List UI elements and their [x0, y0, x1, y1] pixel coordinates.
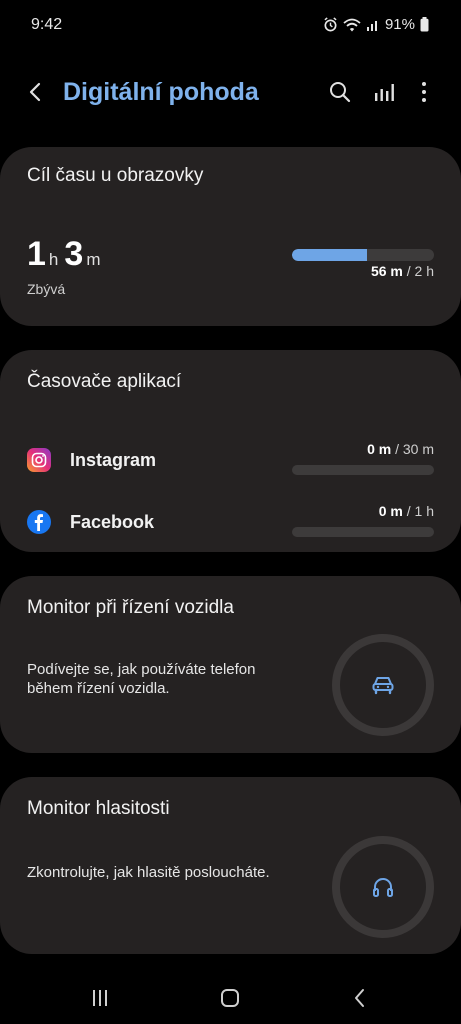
bar-chart-icon	[375, 84, 394, 101]
instagram-progress-bar	[292, 465, 434, 475]
recents-icon	[93, 990, 107, 1006]
search-button[interactable]	[326, 78, 354, 106]
status-time: 9:42	[31, 16, 63, 33]
more-vertical-icon	[422, 82, 426, 102]
wifi-icon	[343, 18, 361, 31]
headphones-icon	[373, 878, 393, 897]
home-icon	[221, 989, 239, 1007]
facebook-icon	[27, 510, 51, 534]
system-nav-bar	[0, 970, 461, 1024]
minutes-unit: m	[86, 250, 101, 269]
nav-back-button[interactable]	[346, 986, 374, 1010]
screen-time-goal-card[interactable]: Cíl času u obrazovky 1 h 3 m Zbývá 56 m …	[0, 147, 461, 326]
screen-time-goal-title: Cíl času u obrazovky	[27, 165, 204, 186]
page-title: Digitální pohoda	[63, 78, 259, 106]
driving-monitor-ring	[332, 634, 434, 736]
back-icon	[355, 989, 364, 1007]
alarm-icon	[324, 17, 337, 32]
driving-monitor-card[interactable]: Monitor při řízení vozidla Podívejte se,…	[0, 576, 461, 753]
remaining-time: 1 h 3 m	[27, 235, 106, 274]
app-timers-card[interactable]: Časovače aplikací Instagram 0 m / 30 m F…	[0, 350, 461, 552]
remaining-hours: 1	[27, 235, 46, 273]
app-name: Facebook	[70, 511, 155, 532]
driving-monitor-description: Podívejte se, jak používáte telefon běhe…	[27, 661, 256, 697]
battery-icon	[420, 17, 429, 32]
status-bar: 9:42 91%	[0, 0, 461, 50]
home-button[interactable]	[216, 986, 244, 1010]
signal-icon	[366, 20, 377, 31]
screen-time-usage: 56 m / 2 h	[371, 263, 434, 279]
battery-percentage: 91%	[384, 16, 415, 33]
car-icon	[372, 677, 394, 695]
app-name: Instagram	[70, 449, 157, 470]
more-options-button[interactable]	[410, 78, 438, 106]
hours-unit: h	[48, 250, 59, 269]
remaining-minutes: 3	[64, 235, 84, 273]
instagram-usage: 0 m / 30 m	[367, 441, 434, 457]
volume-monitor-card[interactable]: Monitor hlasitosti Zkontrolujte, jak hla…	[0, 777, 461, 954]
volume-monitor-ring	[332, 836, 434, 938]
screen-time-progress-bar	[292, 249, 434, 261]
volume-monitor-description: Zkontrolujte, jak hlasitě posloucháte.	[27, 864, 270, 881]
search-icon	[330, 82, 351, 103]
facebook-progress-bar	[292, 527, 434, 537]
statistics-button[interactable]	[370, 78, 398, 106]
remaining-label: Zbývá	[27, 281, 66, 297]
screen-time-goal-value: / 2 h	[406, 263, 434, 279]
app-bar: Digitální pohoda	[0, 62, 461, 122]
instagram-icon	[27, 448, 51, 472]
back-button[interactable]	[22, 78, 50, 106]
status-icons: 91%	[323, 16, 429, 33]
instagram-limit: / 30 m	[395, 441, 434, 457]
facebook-limit: / 1 h	[406, 503, 434, 519]
chevron-left-icon	[29, 82, 41, 102]
instagram-used: 0 m	[367, 441, 392, 457]
app-timer-row-facebook[interactable]: Facebook	[27, 507, 154, 537]
screen-time-progress-fill	[292, 249, 368, 261]
volume-monitor-title: Monitor hlasitosti	[27, 798, 170, 819]
recents-button[interactable]	[86, 986, 114, 1010]
facebook-used: 0 m	[378, 503, 403, 519]
screen-time-used: 56 m	[370, 263, 403, 279]
app-timers-title: Časovače aplikací	[27, 371, 182, 392]
app-timer-row-instagram[interactable]: Instagram	[27, 445, 156, 475]
driving-monitor-title: Monitor při řízení vozidla	[27, 597, 234, 618]
facebook-usage: 0 m / 1 h	[379, 503, 434, 519]
